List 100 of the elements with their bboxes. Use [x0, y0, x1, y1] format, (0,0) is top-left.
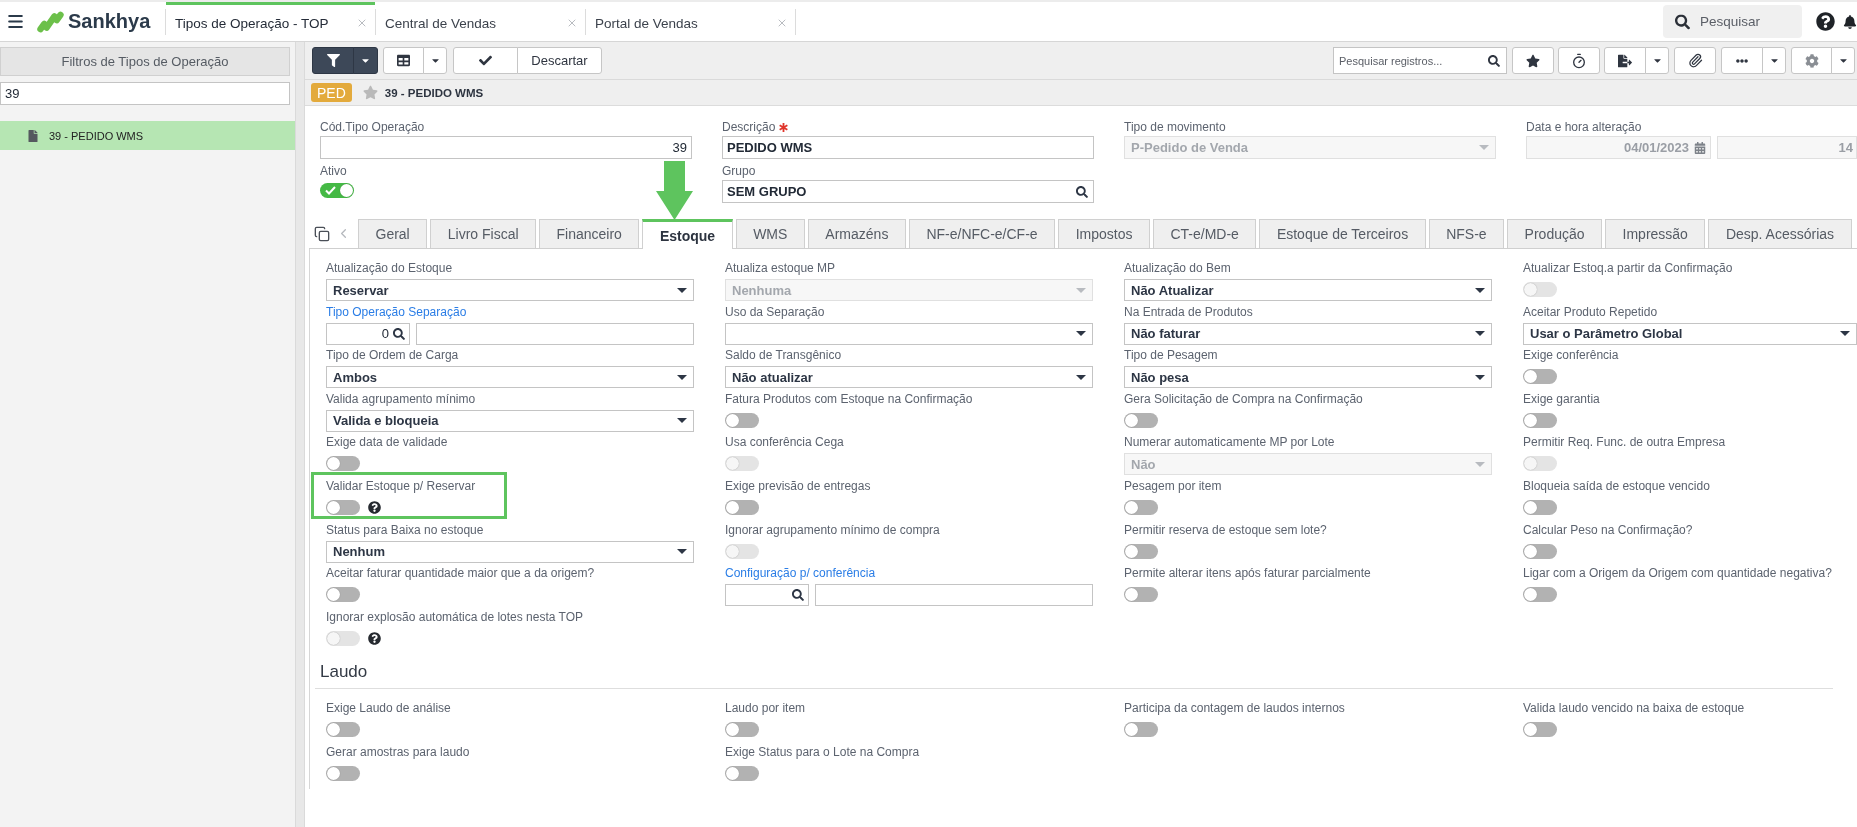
favorite-button[interactable]: [1512, 47, 1554, 74]
field-label: Calcular Peso na Confirmação?: [1523, 522, 1693, 537]
field-label: Exige garantia: [1523, 391, 1600, 406]
tab[interactable]: Produção: [1507, 219, 1603, 248]
dropdown[interactable]: [725, 322, 1093, 345]
toggle-switch[interactable]: [1523, 499, 1557, 515]
more-button[interactable]: [1721, 47, 1763, 74]
dropdown[interactable]: Nenhum: [326, 540, 694, 563]
toggle-switch[interactable]: [326, 765, 360, 781]
copy-icon[interactable]: [314, 225, 330, 242]
dropdown[interactable]: Não pesa: [1124, 366, 1492, 389]
tab[interactable]: CT-e/MD-e: [1152, 219, 1257, 248]
toggle-switch[interactable]: [725, 722, 759, 738]
lookup-link[interactable]: Tipo Operação Separação: [326, 304, 467, 319]
toggle-switch[interactable]: [1523, 587, 1557, 603]
caret-icon: [677, 287, 687, 293]
app-tab[interactable]: Portal de Vendas: [586, 2, 795, 41]
toggle-switch[interactable]: [326, 499, 360, 515]
lookup-link[interactable]: Configuração p/ conferência: [725, 566, 876, 581]
field-label: Permitir reserva de estoque sem lote?: [1124, 522, 1327, 537]
caret-icon: [677, 549, 687, 555]
help-icon[interactable]: [1816, 12, 1835, 31]
dropdown[interactable]: Ambos: [326, 366, 694, 389]
toggle-switch[interactable]: [326, 722, 360, 738]
dropdown[interactable]: Não faturar: [1124, 322, 1492, 345]
search-field[interactable]: Pesquisar: [1663, 5, 1802, 38]
toggle-switch[interactable]: [320, 183, 354, 198]
toggle-switch[interactable]: [725, 412, 759, 428]
search-icon[interactable]: [393, 327, 405, 340]
text-field[interactable]: PEDIDO WMS: [722, 136, 1094, 159]
filter-field[interactable]: 39: [0, 82, 290, 105]
search-field[interactable]: SEM GRUPO: [722, 180, 1094, 203]
bell-icon[interactable]: [1843, 14, 1857, 29]
toggle-switch[interactable]: [1523, 722, 1557, 738]
calendar-icon[interactable]: [1694, 141, 1706, 154]
panel-splitter[interactable]: [295, 42, 305, 827]
dropdown-button[interactable]: [353, 47, 378, 74]
field-label: Valida laudo vencido na baixa de estoque: [1523, 701, 1745, 716]
attachment-button[interactable]: [1674, 47, 1716, 74]
toggle-switch[interactable]: [725, 765, 759, 781]
tree-item[interactable]: 39 - PEDIDO WMS: [0, 121, 295, 150]
field-label: Ligar com a Origem da Origem com quantidade negativa?: [1523, 566, 1832, 581]
toggle-switch[interactable]: [1124, 722, 1158, 738]
search-icon[interactable]: [792, 589, 804, 602]
tab[interactable]: NFS-e: [1428, 219, 1505, 248]
tab[interactable]: Armazéns: [807, 219, 906, 248]
confirm-button[interactable]: [453, 47, 518, 74]
number-field[interactable]: 39: [320, 136, 692, 159]
name-field[interactable]: [815, 584, 1093, 607]
filter-button[interactable]: [312, 47, 354, 74]
help-icon[interactable]: [368, 500, 381, 514]
records-search-field[interactable]: Pesquisar registros...: [1333, 47, 1507, 74]
caret-icon: [1076, 374, 1086, 380]
search-icon[interactable]: [1076, 185, 1088, 198]
tab[interactable]: NF-e/NFC-e/CF-e: [908, 219, 1056, 248]
dropdown[interactable]: Valida e bloqueia: [326, 409, 694, 432]
tab[interactable]: Livro Fiscal: [430, 219, 537, 248]
tab[interactable]: Impostos: [1058, 219, 1150, 248]
toggle-switch[interactable]: [725, 499, 759, 515]
field-label: Uso da Separação: [725, 304, 825, 319]
toggle-switch[interactable]: [1124, 412, 1158, 428]
search-icon[interactable]: [1488, 54, 1500, 67]
tab[interactable]: Estoque de Terceiros: [1259, 219, 1426, 248]
name-field[interactable]: [416, 322, 694, 345]
search-icon: [1675, 14, 1690, 29]
discard-button[interactable]: Descartar: [517, 47, 602, 74]
caret-icon: [1475, 331, 1485, 337]
toggle-switch[interactable]: [1523, 412, 1557, 428]
app-tab[interactable]: Central de Vendas: [376, 2, 585, 41]
tab[interactable]: Financeiro: [539, 219, 640, 248]
tab[interactable]: WMS: [735, 219, 805, 248]
dropdown[interactable]: Não Atualizar: [1124, 279, 1492, 301]
close-icon[interactable]: [566, 17, 578, 29]
close-icon[interactable]: [356, 17, 368, 29]
settings-button[interactable]: [1791, 47, 1832, 74]
toggle-switch[interactable]: [1124, 587, 1158, 603]
tab[interactable]: Estoque: [642, 219, 733, 249]
toggle-switch[interactable]: [1124, 499, 1158, 515]
dropdown[interactable]: Não atualizar: [725, 366, 1093, 389]
toggle-switch[interactable]: [1523, 543, 1557, 559]
code-field[interactable]: 0: [326, 322, 410, 345]
tab[interactable]: Geral: [358, 219, 428, 248]
field-label: Descrição: [722, 120, 776, 134]
tab[interactable]: Impressão: [1605, 219, 1706, 248]
dropdown[interactable]: Reservar: [326, 279, 694, 301]
toggle-switch[interactable]: [326, 456, 360, 472]
code-field[interactable]: [725, 584, 809, 607]
star-icon[interactable]: [362, 85, 378, 100]
close-icon[interactable]: [776, 17, 788, 29]
menu-icon[interactable]: [6, 12, 25, 31]
table-button[interactable]: [383, 47, 424, 74]
dropdown[interactable]: Usar o Parâmetro Global: [1523, 322, 1857, 345]
timer-button[interactable]: [1558, 47, 1600, 74]
field-label: Exige conferência: [1523, 348, 1619, 363]
toggle-switch[interactable]: [1523, 369, 1557, 385]
toggle-switch[interactable]: [1124, 543, 1158, 559]
export-button[interactable]: [1604, 47, 1646, 74]
filter-icon: [326, 54, 340, 67]
toggle-switch[interactable]: [326, 587, 360, 603]
tab[interactable]: Desp. Acessórias: [1708, 219, 1852, 248]
